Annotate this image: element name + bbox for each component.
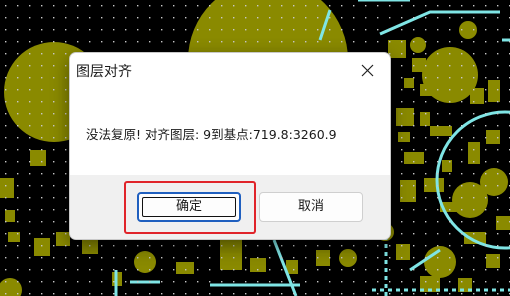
dialog-message: 没法复原! 对齐图层: 9到基点:719.8:3260.9: [86, 127, 337, 142]
cancel-button[interactable]: 取消: [259, 192, 363, 222]
close-icon: [361, 64, 374, 77]
dialog-content: 没法复原! 对齐图层: 9到基点:719.8:3260.9: [70, 89, 390, 175]
close-button[interactable]: [344, 53, 390, 89]
dialog-title-bar[interactable]: 图层对齐: [70, 53, 390, 89]
pcb-canvas[interactable]: 图层对齐 没法复原! 对齐图层: 9到基点:719.8:3260.9 确定 取消: [0, 0, 510, 296]
ok-button-highlight: [124, 181, 256, 234]
dialog-title: 图层对齐: [76, 64, 132, 80]
cancel-button-label: 取消: [297, 199, 324, 214]
